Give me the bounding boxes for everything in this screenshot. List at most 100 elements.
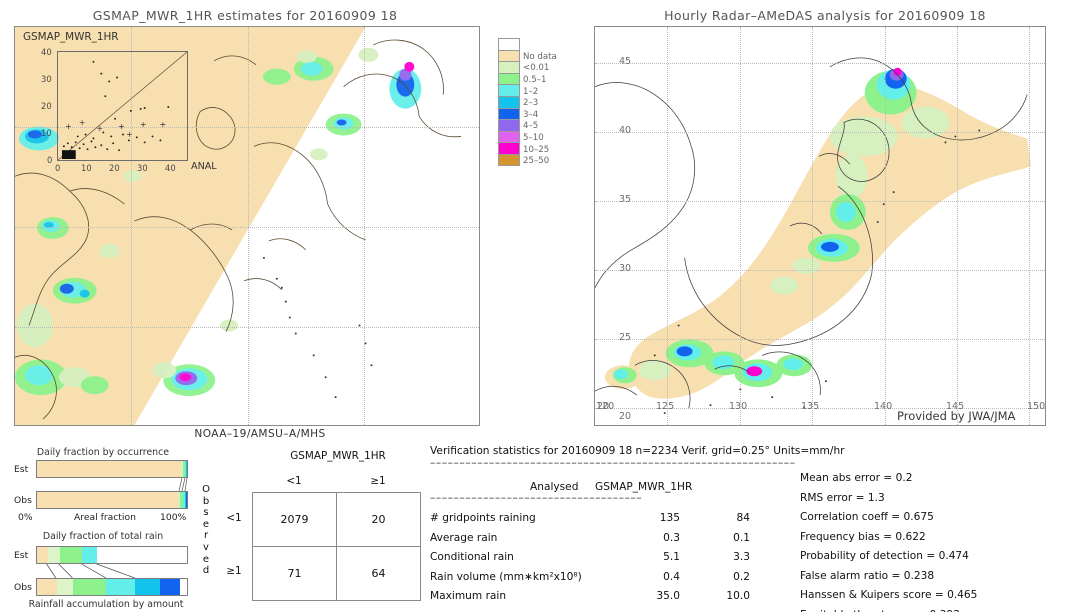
legend-label: 25–50 (523, 156, 550, 167)
legend-label: 1–2 (523, 86, 539, 97)
legend-swatch (498, 49, 520, 62)
contingency-header: GSMAP_MWR_1HR (290, 450, 386, 462)
bar-segment (134, 579, 160, 595)
stat-row-analysed: 0.4 (663, 570, 680, 583)
left-grid-line (15, 227, 479, 228)
bar-segment (82, 547, 97, 563)
side-label-char: v (203, 541, 209, 553)
occurrence-chart-title: Daily fraction by occurrence (36, 447, 170, 458)
inset-y-tick: 20 (41, 101, 52, 111)
inset-y-tick: 30 (41, 74, 52, 84)
contingency-row-header-lt1: <1 (226, 512, 242, 524)
score-line: Probability of detection = 0.474 (800, 550, 969, 562)
radar-coverage-fill (628, 81, 1032, 399)
side-label-char: d (202, 565, 210, 577)
occurrence-bar-obs[interactable] (36, 491, 188, 509)
bar-segment (59, 547, 82, 563)
inset-y-tick: 0 (47, 155, 53, 165)
side-label-char: r (203, 530, 209, 542)
lon-tick-label: 120 (596, 401, 615, 412)
lon-tick-label: 130 (729, 401, 748, 412)
inset-title: GSMAP_MWR_1HR (23, 31, 119, 43)
side-label-char: e (202, 553, 210, 565)
totalrain-chart-title: Daily fraction of total rain (42, 531, 164, 542)
totalrain-bar-est[interactable] (36, 546, 188, 564)
side-label-char: O (202, 484, 210, 495)
left-grid-line (248, 27, 249, 425)
score-line: Hanssen & Kuipers score = 0.465 (800, 589, 978, 601)
color-legend: No data <0.01 0.5–1 1–2 2–3 3–4 4–5 5–10 10–25 25… (498, 38, 557, 166)
totalrain-row-label-obs: Obs (14, 582, 32, 593)
totalrain-connector-lines (46, 564, 135, 578)
bar-segment (186, 492, 187, 508)
stat-row-model: 10.0 (726, 590, 750, 602)
right-map-panel[interactable]: 45 40 35 30 25 20 20 120 125 130 135 140… (594, 26, 1046, 426)
legend-swatch (498, 61, 520, 73)
totalrain-bar-obs[interactable] (36, 578, 188, 596)
right-grid-line (595, 132, 1045, 133)
right-grid-line (885, 27, 886, 425)
side-label-char: s (203, 507, 209, 519)
data-credit: Provided by JWA/JMA (897, 409, 1016, 423)
table-row: 2079 20 (252, 492, 421, 547)
legend-label: 3–4 (523, 109, 539, 120)
inset-x-tick: 30 (137, 163, 148, 173)
score-line: Frequency bias = 0.622 (800, 530, 926, 543)
legend-swatch (498, 130, 520, 143)
stat-row-model: 3.3 (733, 551, 750, 563)
stat-row-analysed: 5.1 (663, 551, 680, 563)
score-line: False alarm ratio = 0.238 (800, 569, 935, 582)
legend-swatch (498, 107, 520, 120)
right-grid-line (667, 27, 668, 425)
verification-divider-2: –––––––––––––––––––––––––––––––––––– (430, 492, 643, 504)
contingency-col-header-lt1: <1 (286, 475, 302, 487)
lat-tick-label: 25 (619, 332, 632, 343)
left-map-panel[interactable]: GSMAP_MWR_1HR 40 30 20 10 0 0 10 20 30 4… (14, 26, 480, 426)
cell-false-lt1-ge1: 20 (336, 492, 421, 547)
legend-label: 0.5–1 (523, 75, 547, 85)
stat-row-analysed: 135 (659, 512, 680, 524)
lat-tick-label-bottom: 20 (619, 411, 632, 422)
stat-row-label: Conditional rain (430, 551, 514, 563)
inset-anal-label: ANAL (191, 161, 217, 172)
bar-segment (37, 461, 181, 477)
cell-miss-ge1-lt1: 71 (252, 546, 337, 601)
bar-segment (73, 579, 106, 595)
occurrence-bar-est[interactable] (36, 460, 188, 478)
right-grid-line (957, 27, 958, 425)
contingency-table[interactable]: 2079 20 71 64 (252, 492, 421, 601)
score-line: Equitable threat score= 0.393 (800, 609, 960, 612)
legend-swatch (498, 119, 520, 131)
stat-row-model: 0.2 (733, 570, 750, 583)
occurrence-axis-right: 100% (160, 512, 187, 523)
legend-label: 4–5 (523, 121, 539, 132)
occurrence-connector-lines (178, 478, 188, 491)
connector-line (46, 564, 57, 578)
occurrence-row-label-est: Est (14, 464, 29, 475)
totalrain-row-label-est: Est (14, 550, 29, 561)
inset-x-tick: 0 (55, 163, 61, 173)
legend-label: <0.01 (523, 63, 550, 74)
left-grid-line (364, 27, 365, 425)
legend-swatch (498, 84, 520, 96)
connector-line (58, 564, 73, 578)
score-line: Correlation coeff = 0.675 (800, 511, 934, 523)
inset-x-tick: 20 (109, 163, 120, 173)
cell-hit-ge1-ge1: 64 (336, 546, 421, 601)
contingency-side-label: Observed (200, 484, 212, 577)
legend-label: 2–3 (523, 98, 539, 109)
scatter-points (61, 60, 170, 160)
bar-segment (56, 579, 73, 595)
precipitation-field (604, 67, 950, 390)
stat-row-analysed: 35.0 (656, 590, 680, 602)
contingency-col-header-ge1: ≥1 (370, 475, 386, 487)
lat-tick-label: 40 (619, 125, 632, 136)
verification-divider: ––––––––––––––––––––––––––––––––––––––––… (430, 457, 796, 469)
bar-segment (37, 492, 178, 508)
legend-label: 5–10 (523, 133, 544, 143)
legend-swatch-list (498, 49, 520, 166)
inset-scatter-plot[interactable] (57, 51, 188, 161)
score-line: Mean abs error = 0.2 (800, 472, 913, 484)
inset-x-tick: 40 (165, 163, 176, 173)
contingency-row-header-ge1: ≥1 (226, 565, 242, 577)
